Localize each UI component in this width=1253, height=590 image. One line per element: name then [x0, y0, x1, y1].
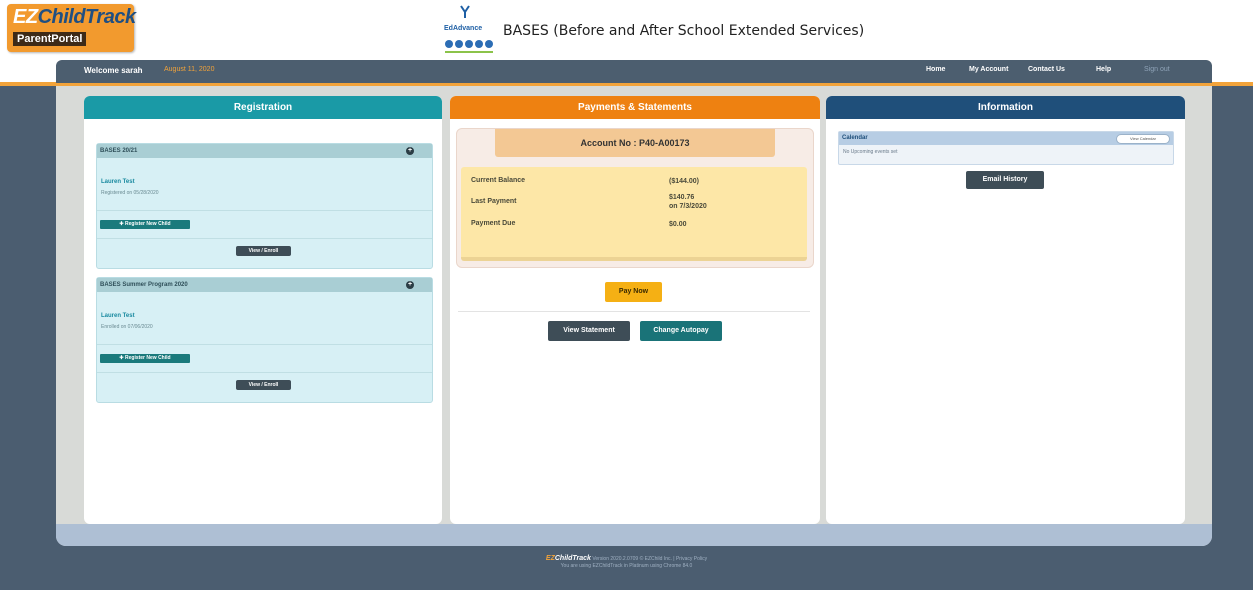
nav-my-account[interactable]: My Account: [969, 66, 1008, 73]
site-title: BASES (Before and After School Extended …: [503, 23, 865, 39]
registration-panel: Registration BASES 20/21 + Lauren Test R…: [84, 96, 442, 524]
footer-version-line: EZChildTrack Version 2020.2.0709 © EZChi…: [0, 555, 1253, 562]
view-enroll-button[interactable]: View / Enroll: [236, 246, 291, 256]
child-name-link[interactable]: Lauren Test: [101, 179, 135, 185]
last-payment-amount: $140.76: [669, 194, 695, 201]
logo-parent-portal: ParentPortal: [13, 32, 87, 46]
nav-contact-us[interactable]: Contact Us: [1028, 66, 1065, 73]
page-header: EZChildTrack ParentPortal EdAdvance BASE…: [0, 0, 1253, 60]
container-footer-strip: [56, 524, 1212, 546]
edadvance-logo: EdAdvance: [444, 5, 493, 53]
divider: [97, 344, 432, 345]
account-number: Account No : P40-A00173: [495, 129, 775, 157]
divider: [97, 372, 432, 373]
last-payment-value: $140.76 on 7/3/2020: [669, 193, 707, 211]
welcome-text: Welcome sarah: [84, 66, 143, 75]
program-card-bases-2021: BASES 20/21 + Lauren Test Registered on …: [96, 143, 433, 269]
last-payment-date: on 7/3/2020: [669, 203, 707, 210]
ezchildtrack-logo[interactable]: EZChildTrack ParentPortal: [7, 4, 136, 52]
logo-wordmark: EZChildTrack: [13, 6, 136, 28]
footer-logo: EZChildTrack: [545, 555, 591, 562]
divider: [458, 311, 810, 312]
no-events-message: No Upcoming events set: [843, 149, 898, 155]
account-summary: Account No : P40-A00173 Current Balance …: [456, 128, 814, 268]
view-enroll-button[interactable]: View / Enroll: [236, 380, 291, 390]
expand-plus-icon[interactable]: +: [406, 281, 414, 289]
divider: [97, 210, 432, 211]
main-container: Registration BASES 20/21 + Lauren Test R…: [56, 86, 1212, 546]
divider: [97, 238, 432, 239]
expand-plus-icon[interactable]: +: [406, 147, 414, 155]
payments-title: Payments & Statements: [450, 96, 820, 119]
registration-title: Registration: [84, 96, 442, 119]
register-new-child-button[interactable]: ✚ Register New Child: [100, 354, 190, 363]
current-date: August 11, 2020: [164, 66, 215, 73]
top-nav-bar: Welcome sarah August 11, 2020 Home My Ac…: [56, 60, 1212, 83]
payment-due-label: Payment Due: [471, 220, 516, 227]
view-statement-button[interactable]: View Statement: [548, 321, 630, 341]
calendar-widget: Calendar View Calendar No Upcoming event…: [838, 131, 1174, 165]
footer-version-text[interactable]: Version 2020.2.0709 © EZChild Inc. | Pri…: [592, 556, 707, 562]
nav-help[interactable]: Help: [1096, 66, 1111, 73]
calendar-label: Calendar: [842, 135, 868, 141]
information-panel: Information Calendar View Calendar No Up…: [826, 96, 1185, 524]
child-name-link[interactable]: Lauren Test: [101, 313, 135, 319]
email-history-button[interactable]: Email History: [966, 171, 1044, 189]
last-payment-label: Last Payment: [471, 198, 517, 205]
page-footer: EZChildTrack Version 2020.2.0709 © EZChi…: [0, 555, 1253, 569]
program-name[interactable]: BASES Summer Program 2020 +: [97, 278, 432, 292]
payment-due-value: $0.00: [669, 221, 687, 228]
current-balance-value: ($144.00): [669, 178, 699, 185]
payments-panel: Payments & Statements Account No : P40-A…: [450, 96, 820, 524]
nav-sign-out[interactable]: Sign out: [1144, 66, 1170, 73]
footer-browser-line: You are using EZChildTrack in Platinum u…: [560, 563, 693, 569]
balance-details: Current Balance ($144.00) Last Payment $…: [461, 167, 807, 261]
child-enrollment-status: Enrolled on 07/06/2020: [101, 324, 153, 330]
current-balance-label: Current Balance: [471, 177, 526, 184]
information-title: Information: [826, 96, 1185, 119]
pay-now-button[interactable]: Pay Now: [605, 282, 662, 302]
view-calendar-button[interactable]: View Calendar: [1116, 134, 1170, 144]
svg-text:EdAdvance: EdAdvance: [444, 25, 482, 32]
calendar-header: Calendar View Calendar: [839, 132, 1173, 145]
program-name[interactable]: BASES 20/21 +: [97, 144, 432, 158]
program-card-bases-summer-2020: BASES Summer Program 2020 + Lauren Test …: [96, 277, 433, 403]
nav-home[interactable]: Home: [926, 66, 945, 73]
child-registration-status: Registered on 05/28/2020: [101, 190, 159, 196]
register-new-child-button[interactable]: ✚ Register New Child: [100, 220, 190, 229]
change-autopay-button[interactable]: Change Autopay: [640, 321, 722, 341]
